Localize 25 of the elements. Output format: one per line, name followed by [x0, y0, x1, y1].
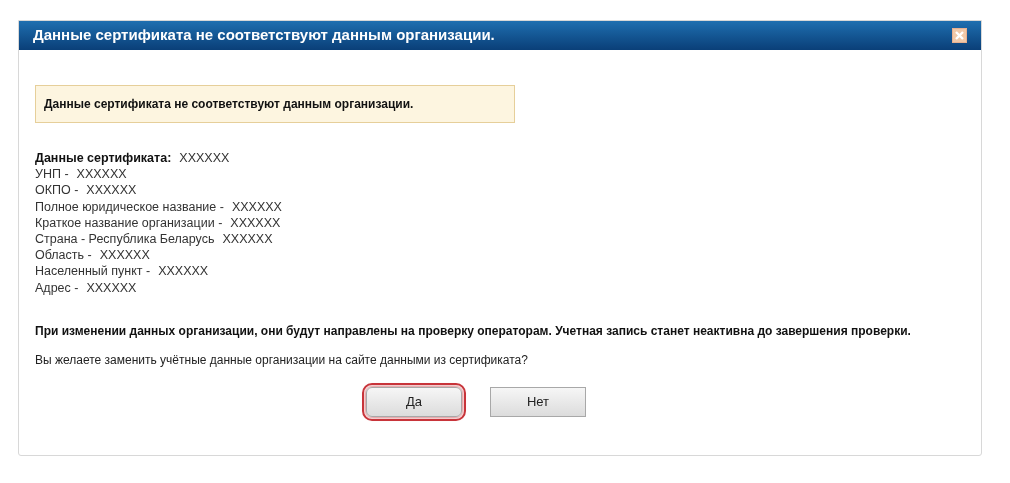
detail-label: Страна - Республика Беларусь: [35, 231, 215, 248]
detail-label: ОКПО -: [35, 182, 79, 199]
question-text: Вы желаете заменить учётные данные организации на сайте данными из сертификата?: [35, 351, 529, 369]
warning-text: При изменении данных организации, они будут направлены на проверку операторам. Учетная запись станет неактивна до завершения проверки.: [35, 322, 912, 339]
detail-label: Область -: [35, 247, 92, 264]
detail-value: XXXXXX: [86, 182, 137, 199]
detail-label: Краткое название организации -: [35, 214, 223, 231]
detail-value: XXXXXX: [99, 247, 150, 264]
close-button[interactable]: [952, 28, 967, 43]
detail-value: XXXXXX: [86, 279, 137, 296]
detail-value: XXXXXX: [179, 150, 230, 167]
alert-message: Данные сертификата не соответствуют данным организации.: [35, 85, 515, 123]
close-icon: [954, 30, 965, 41]
detail-label: Адрес -: [35, 279, 79, 296]
detail-label: Полное юридическое название -: [35, 198, 224, 215]
detail-label: Данные сертификата:: [35, 150, 172, 167]
window-title: Данные сертификата не соответствуют данным организации.: [33, 25, 495, 46]
detail-value: XXXXXX: [231, 198, 282, 215]
detail-value: XXXXXX: [76, 166, 127, 183]
detail-value: XXXXXX: [230, 214, 281, 231]
detail-label: Населенный пункт -: [35, 263, 151, 280]
detail-value: XXXXXX: [158, 263, 209, 280]
dialog-button[interactable]: Нет: [490, 386, 586, 417]
detail-value: XXXXXX: [222, 231, 273, 248]
detail-label: УНП -: [35, 166, 69, 183]
